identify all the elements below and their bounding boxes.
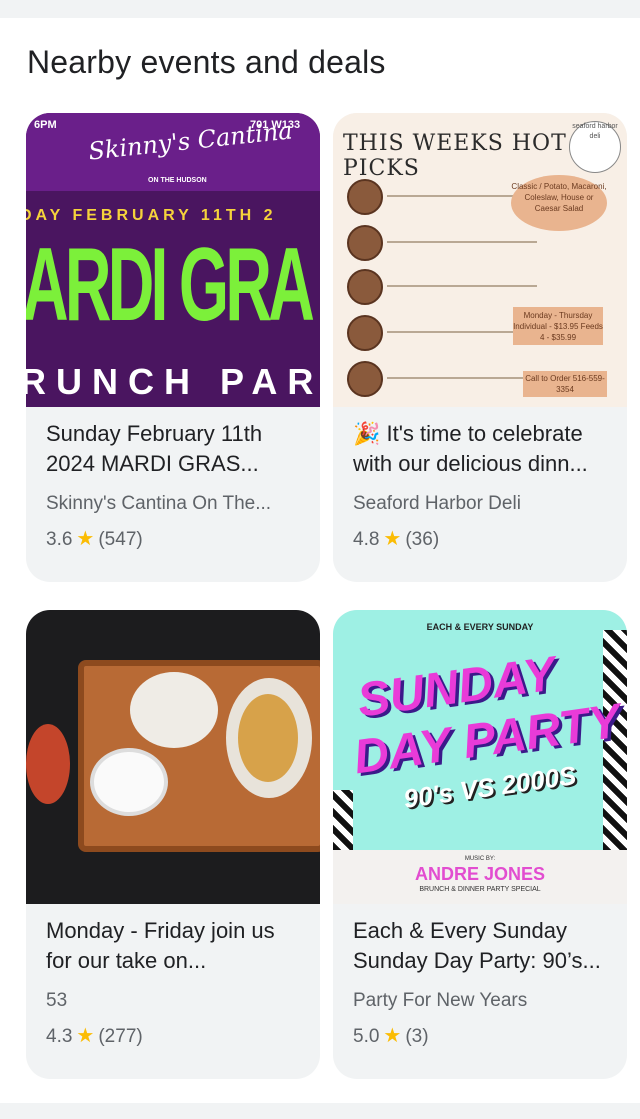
event-rating: 4.8 ★ (36) — [353, 526, 439, 551]
event-card-sunday-day-party[interactable]: EACH & EVERY SUNDAY SUNDAY DAY PARTY 90'… — [333, 610, 627, 1079]
dish-icon — [347, 315, 383, 351]
noodle-dish — [238, 694, 298, 782]
dish-icon — [347, 225, 383, 261]
stripe-decoration — [333, 790, 353, 850]
dish-icon — [347, 361, 383, 397]
rice-bowl — [90, 748, 168, 816]
event-card-mardi-gras[interactable]: 6PM 701 W133 Skinny's Cantina ON THE HUD… — [26, 113, 320, 582]
review-count: (277) — [98, 1026, 143, 1047]
poster-time: 6PM — [34, 119, 57, 131]
poster-music-by: MUSIC BY: — [464, 856, 496, 862]
event-card-seaford-deli[interactable]: THIS WEEKS HOT PICKS seaford harbor deli… — [333, 113, 627, 582]
section-title: Nearby events and deals — [27, 44, 386, 80]
menu-line — [387, 241, 537, 243]
poster-brand-sub: ON THE HUDSON — [148, 177, 207, 184]
bottom-divider — [0, 1103, 640, 1119]
event-rating: 3.6 ★ (547) — [46, 526, 143, 551]
dish-icon — [347, 179, 383, 215]
dish-icon — [347, 269, 383, 305]
star-icon: ★ — [383, 528, 402, 550]
rating-value: 4.8 — [353, 529, 380, 550]
event-rating: 4.3 ★ (277) — [46, 1023, 143, 1048]
poster-call: Call to Order 516-559-3354 — [523, 371, 607, 397]
event-image: THIS WEEKS HOT PICKS seaford harbor deli… — [333, 113, 627, 407]
event-title: Sunday February 11th 2024 MARDI GRAS... — [46, 421, 263, 476]
star-icon: ★ — [76, 528, 95, 550]
event-title: Monday - Friday join us for our take on.… — [46, 918, 275, 973]
poster-top-line: EACH & EVERY SUNDAY — [426, 622, 534, 632]
review-count: (36) — [405, 529, 440, 550]
poster-price: Monday - Thursday Individual - $13.95 Fe… — [513, 307, 603, 345]
poster-side-note: Classic / Potato, Macaroni, Coleslaw, Ho… — [511, 175, 607, 231]
event-source: Seaford Harbor Deli — [353, 493, 521, 514]
poster-date: DAY FEBRUARY 11TH 2 — [26, 207, 277, 224]
review-count: (3) — [405, 1026, 429, 1047]
event-image: EACH & EVERY SUNDAY SUNDAY DAY PARTY 90'… — [333, 610, 627, 904]
poster-subline: RUNCH PART — [26, 361, 320, 402]
rating-value: 5.0 — [353, 1026, 380, 1047]
poster-headline: ARDI GRA — [26, 227, 315, 343]
event-image — [26, 610, 320, 904]
rating-value: 4.3 — [46, 1026, 73, 1047]
star-icon: ★ — [383, 1025, 402, 1047]
event-title: 🎉 It's time to celebrate with our delici… — [353, 421, 588, 476]
review-count: (547) — [98, 529, 143, 550]
event-source: Party For New Years — [353, 990, 528, 1011]
event-card-53[interactable]: Monday - Friday join us for our take on.… — [26, 610, 320, 1079]
food-plate — [26, 724, 70, 804]
poster-logo: seaford harbor deli — [569, 121, 621, 173]
event-rating: 5.0 ★ (3) — [353, 1023, 429, 1048]
poster-special: BRUNCH & DINNER PARTY SPECIAL — [419, 886, 541, 893]
event-source: Skinny's Cantina On The... — [46, 493, 272, 514]
poster-dj: ANDRE JONES — [414, 864, 546, 884]
rating-value: 3.6 — [46, 529, 73, 550]
star-icon: ★ — [76, 1025, 95, 1047]
top-divider — [0, 0, 640, 18]
menu-line — [387, 377, 537, 379]
event-image: 6PM 701 W133 Skinny's Cantina ON THE HUD… — [26, 113, 320, 407]
event-source: 53 — [46, 990, 68, 1011]
event-title: Each & Every Sunday Sunday Day Party: 90… — [353, 918, 601, 973]
food-plate — [130, 672, 218, 748]
menu-line — [387, 285, 537, 287]
